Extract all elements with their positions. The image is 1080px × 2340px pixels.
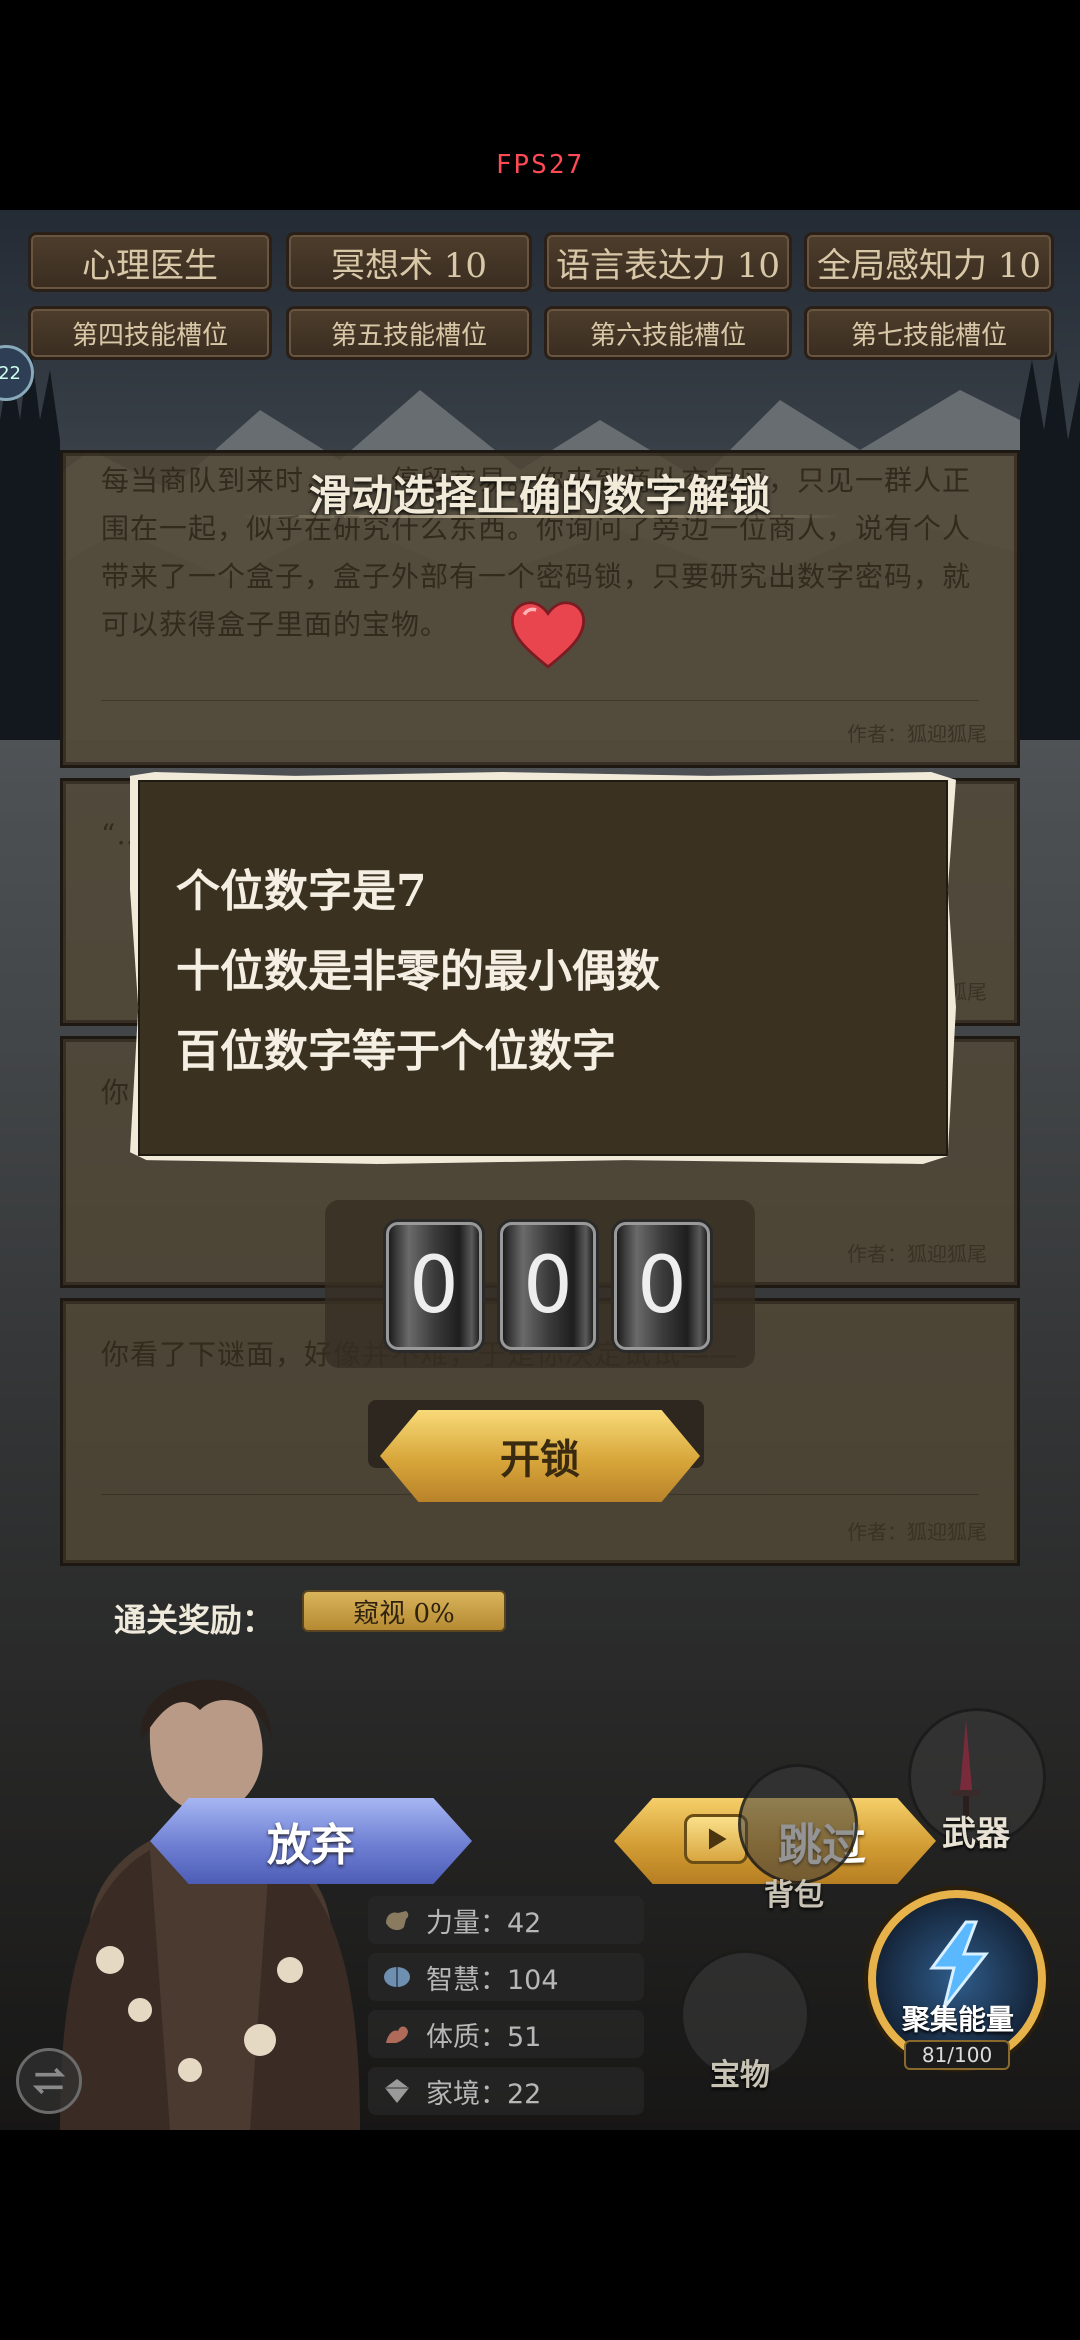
story-author: 作者：狐迎狐尾 <box>847 1520 987 1544</box>
skill-slot-3[interactable]: 语言表达力 10 <box>544 232 792 292</box>
strength-icon <box>386 1911 409 1931</box>
puzzle-title: 滑动选择正确的数字解锁 <box>308 471 771 520</box>
stat-physique: 体质：51 <box>368 2010 644 2058</box>
clue-line-2: 十位数是非零的最小偶数 <box>176 946 660 997</box>
treasure-label[interactable]: 宝物 <box>710 2050 770 2094</box>
physique-icon <box>386 2026 408 2043</box>
energy-count: 81/100 <box>904 2040 1010 2070</box>
swap-icon[interactable] <box>16 2048 82 2114</box>
stat-strength-text: 力量：42 <box>426 1907 542 1939</box>
family-icon <box>385 2079 409 2103</box>
skill-slot-2[interactable]: 冥想术 10 <box>286 232 532 292</box>
weapon-label[interactable]: 武器 <box>942 1806 1010 1855</box>
bag-label[interactable]: 背包 <box>764 1870 824 1914</box>
reward-badge: 窥视 0% <box>302 1590 506 1632</box>
skill-slot-empty-4[interactable]: 第四技能槽位 <box>28 306 272 360</box>
stat-wisdom-text: 智慧：104 <box>426 1964 559 1996</box>
heart-icon <box>510 601 586 669</box>
story-author: 作者：狐迎狐尾 <box>847 1242 987 1266</box>
clue-panel: 个位数字是7 十位数是非零的最小偶数 百位数字等于个位数字 <box>130 772 956 1164</box>
digit-wheel-tens[interactable]: 0 <box>500 1222 596 1350</box>
skill-slot-empty-6[interactable]: 第六技能槽位 <box>544 306 792 360</box>
clue-line-1: 个位数字是7 <box>176 866 427 917</box>
bag-slot[interactable] <box>738 1764 858 1884</box>
lightning-icon <box>929 1920 990 2009</box>
stat-wisdom: 智慧：104 <box>368 1953 644 2001</box>
digit-wheel-hundreds[interactable]: 0 <box>386 1222 482 1350</box>
give-up-button[interactable]: 放弃 <box>150 1798 472 1884</box>
clue-line-3: 百位数字等于个位数字 <box>176 1026 616 1077</box>
divider <box>101 700 979 701</box>
skill-slot-empty-5[interactable]: 第五技能槽位 <box>286 306 532 360</box>
swap-arrows-icon <box>32 2067 66 2095</box>
wisdom-icon <box>384 1967 410 1987</box>
stat-family: 家境：22 <box>368 2067 644 2115</box>
stat-physique-text: 体质：51 <box>426 2021 542 2053</box>
energy-label: 聚集能量 <box>901 2003 1014 2036</box>
skill-slot-empty-7[interactable]: 第七技能槽位 <box>804 306 1054 360</box>
title-underline <box>240 515 840 518</box>
stat-strength: 力量：42 <box>368 1896 644 1944</box>
stat-family-text: 家境：22 <box>426 2078 542 2110</box>
fps-counter: FPS27 <box>495 150 585 180</box>
skill-slot-1[interactable]: 心理医生 <box>28 232 272 292</box>
digit-wheel-ones[interactable]: 0 <box>614 1222 710 1350</box>
reward-label: 通关奖励： <box>114 1601 275 1639</box>
skill-slot-4[interactable]: 全局感知力 10 <box>804 232 1054 292</box>
clue-board: 个位数字是7 十位数是非零的最小偶数 百位数字等于个位数字 <box>138 780 948 1156</box>
unlock-button[interactable]: 开锁 <box>380 1410 700 1502</box>
story-author: 作者：狐迎狐尾 <box>847 722 987 746</box>
